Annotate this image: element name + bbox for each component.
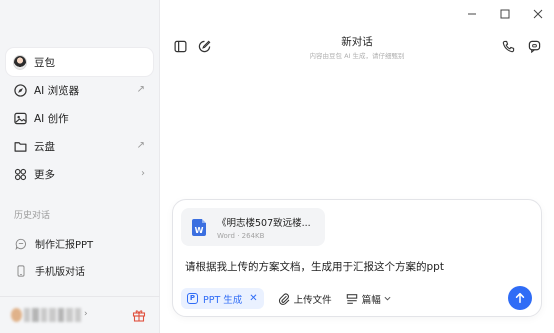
- upload-file-button[interactable]: 上传文件: [278, 292, 332, 306]
- composer: W 《明志楼507致远楼... Word · 264KB 请根据我上传的方案文档…: [172, 199, 542, 317]
- history-section-title: 历史对话: [14, 211, 51, 221]
- sidebar-item-label: 更多: [34, 168, 55, 181]
- composer-tools: P PPT 生成 ✕ 上传文件 篇幅: [181, 288, 391, 309]
- window-controls: [455, 0, 554, 28]
- external-link-icon: ↗: [136, 140, 145, 151]
- gift-icon[interactable]: [132, 307, 146, 326]
- main-panel: 新对话 内容由豆包 AI 生成，请仔细甄别 W 《明志楼507致远楼... Wo…: [160, 0, 554, 333]
- attachment-meta: Word · 264KB: [217, 232, 265, 240]
- length-icon: [346, 293, 358, 305]
- length-dropdown[interactable]: 篇幅: [346, 292, 391, 306]
- sidebar-item-ai-browser[interactable]: AI 浏览器 ↗: [6, 76, 153, 104]
- minimize-button[interactable]: [455, 0, 488, 28]
- sidebar-item-label: 豆包: [34, 56, 55, 69]
- maximize-icon: [500, 9, 509, 19]
- sidebar-item-label: AI 浏览器: [34, 84, 80, 97]
- chat-mode-button[interactable]: [526, 38, 542, 54]
- chevron-right-icon: ›: [141, 168, 145, 179]
- doubao-avatar-icon: [13, 54, 27, 70]
- arrow-up-icon: [515, 292, 525, 304]
- history-list: 制作汇报PPT 手机版对话: [6, 230, 153, 284]
- upload-file-label: 上传文件: [293, 294, 332, 306]
- send-button[interactable]: [508, 286, 532, 310]
- sidebar-nav: 豆包 AI 浏览器 ↗ AI 创作 云盘 ↗ 更多 ›: [6, 48, 153, 188]
- history-item-label: 手机版对话: [35, 267, 85, 278]
- history-item[interactable]: 制作汇报PPT: [6, 230, 153, 257]
- voice-call-button[interactable]: [500, 38, 516, 54]
- user-profile-blurred[interactable]: [11, 308, 81, 322]
- paperclip-icon: [278, 293, 290, 305]
- sidebar-item-label: AI 创作: [34, 112, 69, 125]
- history-item[interactable]: 手机版对话: [6, 257, 153, 284]
- phone-icon: [14, 264, 27, 277]
- page-subtitle: 内容由豆包 AI 生成，请仔细甄别: [309, 52, 405, 60]
- attachment-card[interactable]: W 《明志楼507致远楼... Word · 264KB: [181, 208, 325, 246]
- grid-icon: [13, 167, 27, 181]
- sidebar-item-more[interactable]: 更多 ›: [6, 160, 153, 188]
- external-link-icon: ↗: [136, 84, 145, 95]
- sidebar-item-cloud-drive[interactable]: 云盘 ↗: [6, 132, 153, 160]
- chat-bubble-icon: [528, 40, 540, 53]
- chevron-right-icon: ›: [84, 309, 88, 319]
- maximize-button[interactable]: [488, 0, 521, 28]
- sidebar-item-label: 云盘: [34, 140, 55, 153]
- ppt-icon: P: [187, 293, 198, 304]
- sidebar: 豆包 AI 浏览器 ↗ AI 创作 云盘 ↗ 更多 › 历史对话 制作汇报PPT…: [0, 0, 160, 333]
- ppt-generate-chip[interactable]: P PPT 生成 ✕: [181, 288, 264, 309]
- chevron-down-icon: [384, 295, 391, 303]
- chip-label: PPT 生成: [203, 294, 243, 306]
- page-title: 新对话: [341, 36, 373, 48]
- sidebar-item-doubao[interactable]: 豆包: [6, 48, 153, 76]
- compass-icon: [13, 83, 27, 97]
- phone-call-icon: [502, 40, 514, 52]
- sidebar-item-ai-create[interactable]: AI 创作: [6, 104, 153, 132]
- word-document-icon: W: [192, 219, 206, 236]
- close-icon: [533, 9, 542, 19]
- sidebar-footer: ›: [0, 296, 160, 333]
- toolbar-right: [500, 38, 542, 54]
- history-item-label: 制作汇报PPT: [35, 240, 94, 251]
- chat-icon: [14, 237, 27, 250]
- image-icon: [13, 111, 27, 125]
- length-label: 篇幅: [361, 294, 381, 306]
- message-input[interactable]: 请根据我上传的方案文档，生成用于汇报这个方案的ppt: [185, 259, 444, 274]
- folder-icon: [13, 139, 27, 153]
- close-button[interactable]: [521, 0, 554, 28]
- minimize-icon: [467, 13, 476, 15]
- remove-chip-icon[interactable]: ✕: [249, 293, 257, 304]
- attachment-name: 《明志楼507致远楼...: [217, 218, 311, 229]
